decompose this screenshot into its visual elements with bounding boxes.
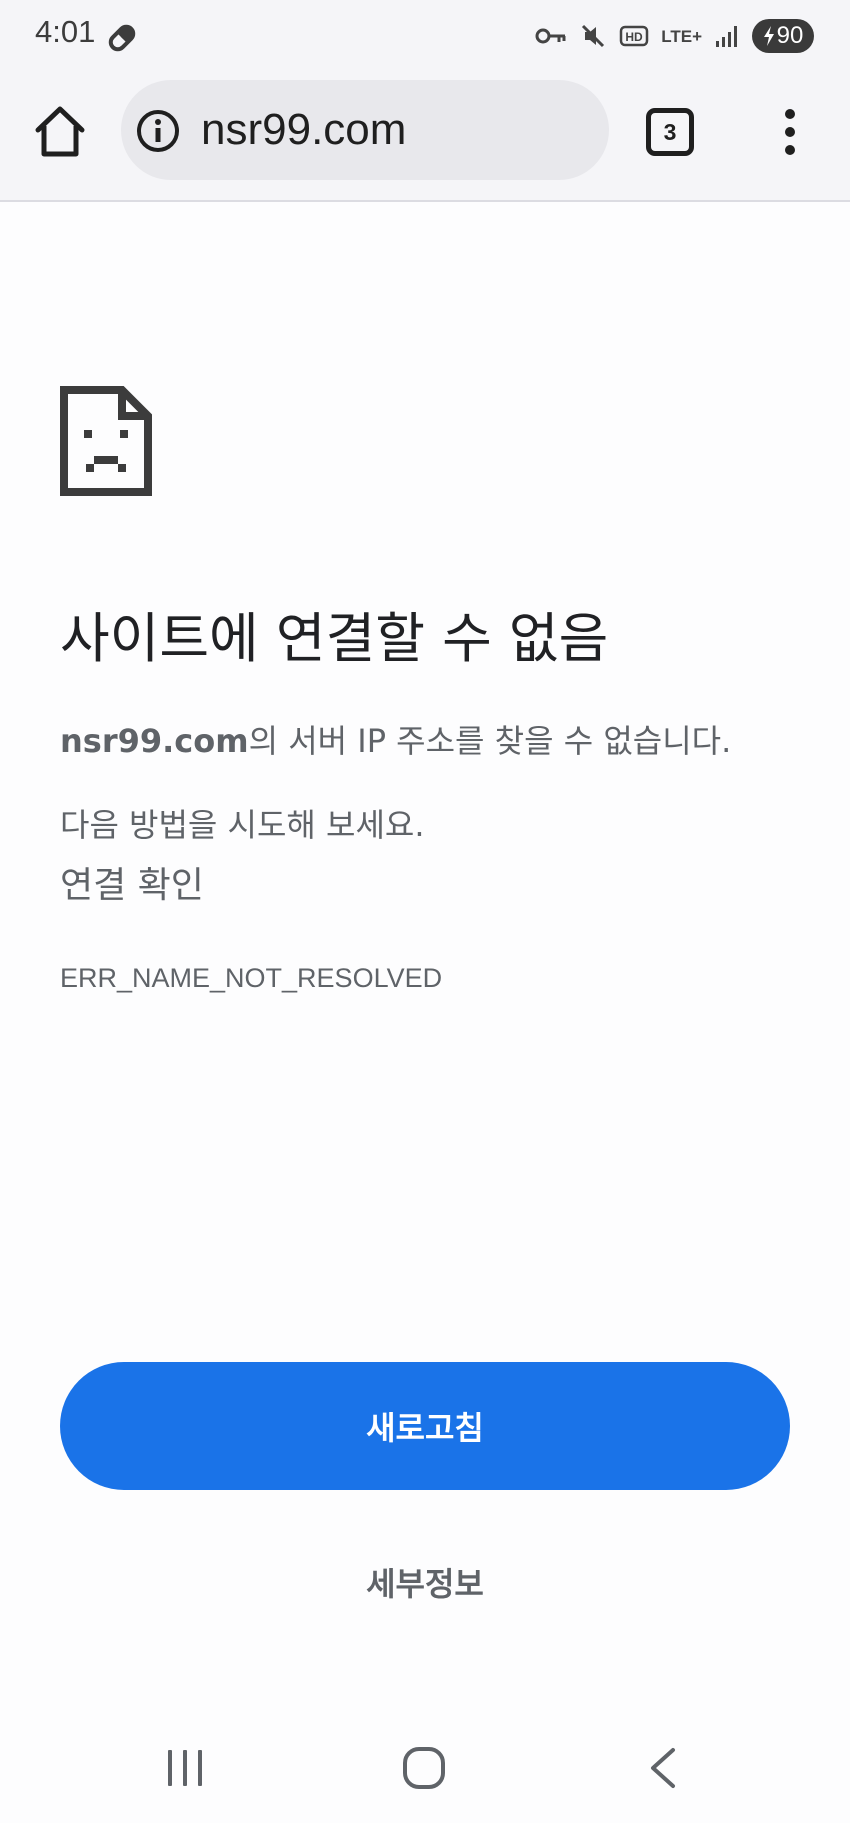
battery-level: 90 <box>776 22 804 49</box>
mute-icon <box>582 24 605 48</box>
reload-button[interactable]: 새로고침 <box>60 1362 790 1490</box>
suggestion-check-connection: 연결 확인 <box>60 865 204 906</box>
status-time: 4:01 <box>35 14 96 49</box>
menu-icon[interactable] <box>770 102 810 162</box>
navigation-bar <box>0 1713 850 1823</box>
details-button[interactable]: 세부정보 <box>60 1552 790 1612</box>
recents-button[interactable] <box>145 1733 225 1803</box>
status-icons: HD LTE+ 90 <box>535 14 814 58</box>
link-icon <box>108 24 136 52</box>
svg-text:HD: HD <box>626 30 644 44</box>
error-host: nsr99.com <box>60 722 249 760</box>
address-bar[interactable]: nsr99.com <box>121 80 609 180</box>
status-bar: 4:01 HD LTE+ 90 <box>0 0 850 72</box>
error-description-text: 의 서버 IP 주소를 찾을 수 없습니다. <box>248 722 732 760</box>
suggestions-heading: 다음 방법을 시도해 보세요. <box>60 806 425 844</box>
error-code: ERR_NAME_NOT_RESOLVED <box>60 963 443 993</box>
tab-count: 3 <box>663 118 677 145</box>
error-description: nsr99.com의 서버 IP 주소를 찾을 수 없습니다. <box>60 722 731 760</box>
home-circle-icon <box>403 1747 445 1789</box>
sad-page-icon <box>60 386 152 496</box>
tab-switcher-icon[interactable]: 3 <box>646 108 694 156</box>
key-icon <box>535 28 566 44</box>
info-icon[interactable] <box>135 108 181 154</box>
hd-icon: HD <box>619 25 649 47</box>
signal-icon <box>716 26 737 47</box>
home-icon[interactable] <box>30 102 90 162</box>
home-nav-button[interactable] <box>384 1733 464 1803</box>
back-button[interactable] <box>623 1733 703 1803</box>
back-icon <box>651 1748 675 1788</box>
recents-icon <box>168 1750 202 1786</box>
network-type: LTE+ <box>661 26 702 46</box>
charging-bolt-icon <box>763 26 774 46</box>
browser-toolbar: nsr99.com 3 <box>0 72 850 202</box>
url-text[interactable]: nsr99.com <box>201 105 406 154</box>
battery-icon: 90 <box>752 19 814 53</box>
error-title: 사이트에 연결할 수 없음 <box>60 607 609 670</box>
